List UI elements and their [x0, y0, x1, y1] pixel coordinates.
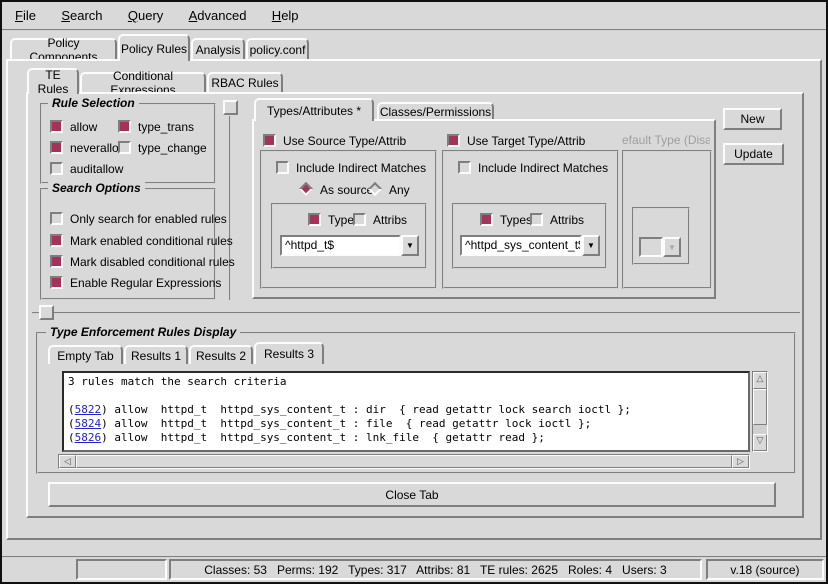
horizontal-sash-handle[interactable] [39, 305, 54, 320]
source-type-combobox-dropdown-icon[interactable]: ▼ [401, 235, 419, 256]
search-options-title: Search Options [48, 181, 145, 195]
scroll-down-icon[interactable]: ▽ [753, 434, 767, 451]
tab-empty-tab[interactable]: Empty Tab [48, 345, 123, 364]
default-type-combobox: ▼ [639, 237, 681, 257]
rule-line: (5824) allow httpd_t httpd_sys_content_t… [68, 417, 748, 431]
results-summary: 3 rules match the search criteria [68, 375, 748, 389]
rule-line: (5826) allow httpd_t httpd_sys_content_t… [68, 431, 748, 445]
checkbox-mark-disabled[interactable] [50, 255, 63, 268]
checkbox-use-target-label: Use Target Type/Attrib [467, 134, 585, 148]
vertical-sash-line [229, 116, 231, 300]
checkbox-target-indirect-label: Include Indirect Matches [478, 161, 608, 175]
vertical-scroll-thumb[interactable] [753, 389, 767, 425]
checkbox-use-source-label: Use Source Type/Attrib [283, 134, 406, 148]
results-horizontal-scrollbar[interactable]: ◁ ▷ [58, 454, 750, 469]
target-type-combobox: ^httpd_sys_content_t$ ▼ [460, 235, 600, 256]
statusbar-divider [2, 556, 826, 558]
checkbox-source-types[interactable] [308, 213, 321, 226]
default-type-label: efault Type (Disa [622, 133, 710, 147]
tab-classes-permissions[interactable]: Classes/Permissions [377, 102, 494, 119]
checkbox-auditallow-label: auditallow [70, 162, 123, 176]
menu-advanced[interactable]: Advanced [180, 2, 256, 29]
checkbox-source-attribs[interactable] [353, 213, 366, 226]
tab-policy-conf[interactable]: policy.conf [246, 38, 309, 59]
status-message-box [76, 559, 167, 580]
menu-bar: File Search Query Advanced Help [2, 2, 826, 31]
scroll-left-icon[interactable]: ◁ [59, 455, 76, 468]
checkbox-source-indirect-label: Include Indirect Matches [296, 161, 426, 175]
source-type-combobox: ^httpd_t$ ▼ [280, 235, 419, 256]
tab-policy-components[interactable]: Policy Components [10, 38, 117, 59]
radio-any-label: Any [389, 183, 410, 197]
status-version-box: v.18 (source) [706, 559, 824, 580]
new-button[interactable]: New [723, 108, 782, 130]
tab-te-rules[interactable]: TE Rules [27, 68, 79, 94]
rule-link-5826[interactable]: 5826 [75, 431, 102, 444]
tab-analysis[interactable]: Analysis [191, 38, 245, 59]
rule-link-5824[interactable]: 5824 [75, 417, 102, 430]
target-type-combobox-entry[interactable]: ^httpd_sys_content_t$ [460, 235, 582, 256]
checkbox-source-attribs-label: Attribs [373, 213, 407, 227]
menu-file[interactable]: File [6, 2, 45, 29]
results-vertical-scrollbar[interactable]: △ ▽ [752, 371, 768, 452]
update-button[interactable]: Update [723, 143, 784, 165]
tab-conditional-expressions[interactable]: Conditional Expressions [80, 72, 206, 92]
checkbox-target-types[interactable] [480, 213, 493, 226]
rule-line: (5822) allow httpd_t httpd_sys_content_t… [68, 403, 748, 417]
source-type-combobox-entry[interactable]: ^httpd_t$ [280, 235, 401, 256]
checkbox-enabled-only[interactable] [50, 212, 63, 225]
checkbox-auditallow[interactable] [50, 162, 63, 175]
close-tab-button[interactable]: Close Tab [48, 482, 776, 507]
checkbox-source-indirect[interactable] [276, 161, 289, 174]
rule-link-5822[interactable]: 5822 [75, 403, 102, 416]
checkbox-type-change[interactable] [118, 141, 131, 154]
horizontal-scroll-thumb[interactable] [76, 455, 732, 468]
menu-search[interactable]: Search [52, 2, 111, 29]
tab-results-1[interactable]: Results 1 [124, 345, 188, 364]
target-type-combobox-dropdown-icon[interactable]: ▼ [582, 235, 600, 256]
checkbox-mark-disabled-label: Mark disabled conditional rules [70, 255, 235, 269]
te-rules-display-title: Type Enforcement Rules Display [46, 325, 240, 339]
default-type-combobox-entry [639, 237, 663, 257]
menu-query[interactable]: Query [119, 2, 172, 29]
tab-types-attributes[interactable]: Types/Attributes * [254, 98, 374, 121]
checkbox-allow-label: allow [70, 120, 97, 134]
checkbox-use-target[interactable] [447, 134, 460, 147]
checkbox-target-indirect[interactable] [458, 161, 471, 174]
apol-window: File Search Query Advanced Help Policy C… [0, 0, 828, 584]
checkbox-allow[interactable] [50, 120, 63, 133]
scroll-right-icon[interactable]: ▷ [732, 455, 749, 468]
checkbox-mark-enabled[interactable] [50, 234, 63, 247]
radio-as-source-label: As source [320, 183, 373, 197]
checkbox-use-source[interactable] [263, 134, 276, 147]
tab-results-2[interactable]: Results 2 [189, 345, 253, 364]
checkbox-target-attribs-label: Attribs [550, 213, 584, 227]
checkbox-target-types-label: Types [500, 213, 532, 227]
checkbox-type-trans-label: type_trans [138, 120, 194, 134]
checkbox-mark-enabled-label: Mark enabled conditional rules [70, 234, 233, 248]
vertical-sash-handle[interactable] [223, 100, 238, 115]
checkbox-type-trans[interactable] [118, 120, 131, 133]
checkbox-regex[interactable] [50, 276, 63, 289]
tab-policy-rules[interactable]: Policy Rules [118, 34, 190, 61]
scroll-up-icon[interactable]: △ [753, 372, 767, 389]
checkbox-neverallow[interactable] [50, 141, 63, 154]
checkbox-enabled-only-label: Only search for enabled rules [70, 212, 227, 226]
status-stats-box: Classes: 53 Perms: 192 Types: 317 Attrib… [169, 559, 702, 580]
horizontal-sash-line [32, 312, 800, 314]
tab-rbac-rules[interactable]: RBAC Rules [207, 72, 283, 92]
default-type-combobox-dropdown-icon: ▼ [663, 237, 681, 257]
checkbox-regex-label: Enable Regular Expressions [70, 276, 221, 290]
checkbox-target-attribs[interactable] [530, 213, 543, 226]
rule-selection-title: Rule Selection [48, 96, 139, 110]
menu-help[interactable]: Help [263, 2, 308, 29]
tab-results-3[interactable]: Results 3 [254, 342, 324, 364]
checkbox-type-change-label: type_change [138, 141, 207, 155]
results-text-area[interactable]: 3 rules match the search criteria (5822)… [62, 371, 750, 452]
